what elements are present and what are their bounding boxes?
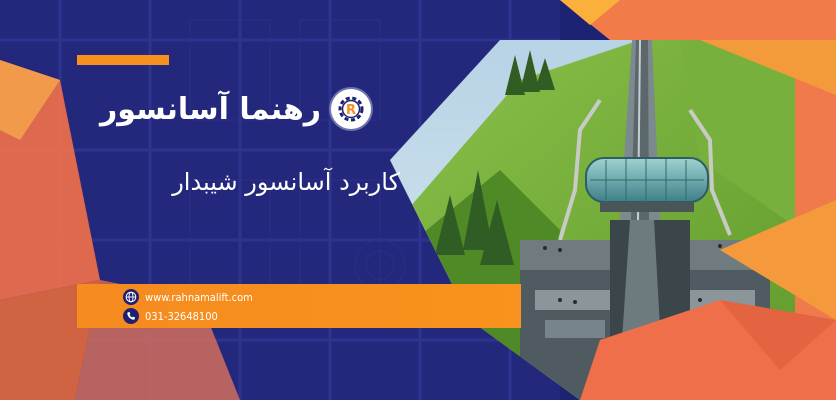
gear-logo-icon: R	[331, 89, 372, 129]
brand-name: رهنما آسانسور	[100, 91, 322, 127]
contact-bar: www.rahnamalift.com 031-32648100	[77, 284, 521, 328]
page-headline: کاربرد آسانسور شیبدار	[172, 168, 400, 196]
website-row[interactable]: www.rahnamalift.com	[123, 289, 253, 305]
logo-letter: R	[346, 103, 356, 118]
accent-bar	[77, 55, 169, 65]
phone-icon	[123, 308, 139, 324]
phone-row[interactable]: 031-32648100	[123, 308, 218, 324]
website-link[interactable]: www.rahnamalift.com	[145, 291, 253, 304]
phone-number[interactable]: 031-32648100	[145, 310, 218, 323]
banner: R رهنما آسانسور کاربرد آسانسور شیبدار ww…	[0, 0, 836, 400]
globe-icon	[123, 289, 139, 305]
brand: R رهنما آسانسور	[100, 84, 400, 134]
